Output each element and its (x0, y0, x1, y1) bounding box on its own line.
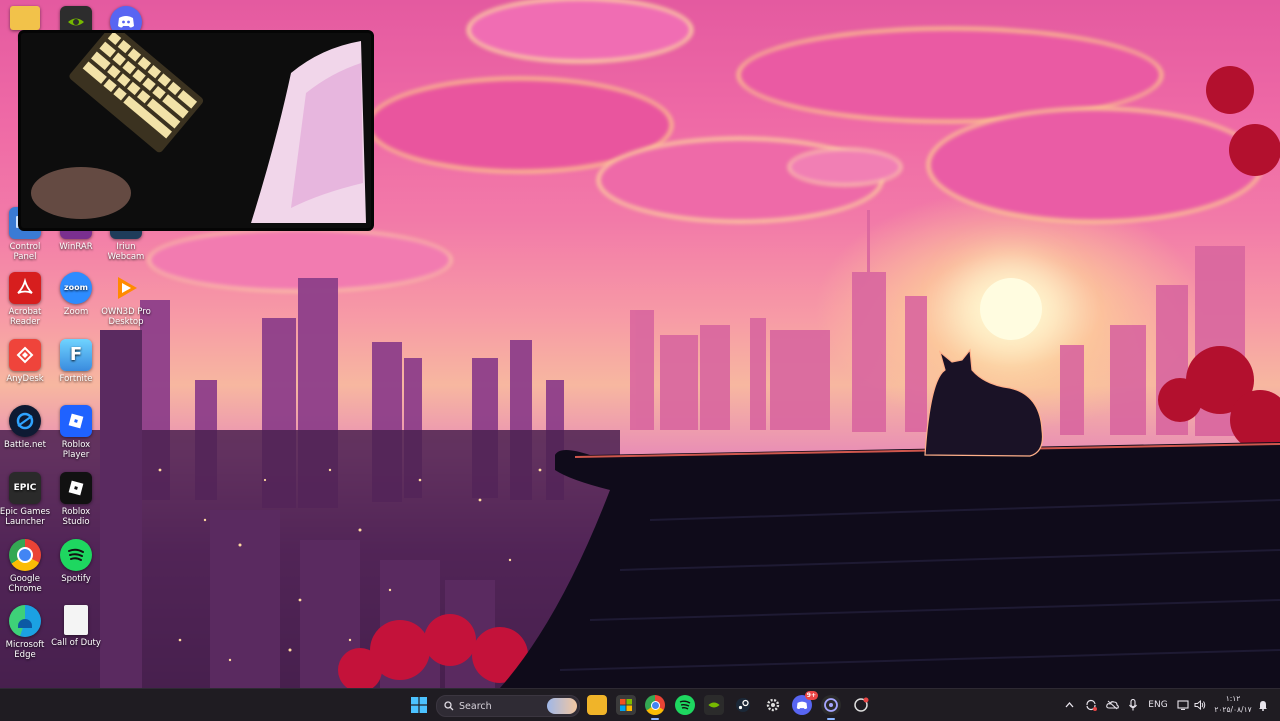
anydesk-icon (9, 339, 41, 371)
taskbar-chatgpt[interactable] (851, 695, 871, 715)
acrobat-icon (9, 272, 41, 304)
desktop-icon-roblox-studio[interactable]: Roblox Studio (49, 472, 103, 527)
tray-volume[interactable] (1193, 695, 1207, 715)
tray-overflow-chevron[interactable] (1062, 695, 1076, 715)
clock-date: ۲۰۲۵/۰۸/۱۷ (1214, 705, 1252, 714)
microphone-icon (1129, 699, 1137, 711)
nvidia-icon (708, 702, 720, 708)
desktop-icon-label: Spotify (61, 574, 91, 584)
tray-notifications[interactable] (1256, 695, 1270, 715)
start-button[interactable] (409, 695, 429, 715)
chrome-icon (650, 700, 660, 710)
taskbar-clock[interactable]: ۱:۱۲ ۲۰۲۵/۰۸/۱۷ (1212, 693, 1254, 715)
desktop-icon-anydesk[interactable]: AnyDesk (0, 339, 52, 384)
taskbar-discord[interactable]: 9+ (792, 691, 818, 715)
cloud-off-icon (1105, 700, 1119, 710)
desktop-icon-label: WinRAR (59, 242, 93, 252)
desktop-icon-zoom[interactable]: zoom Zoom (49, 272, 103, 317)
desktop-icon-roblox-player[interactable]: Roblox Player (49, 405, 103, 460)
taskbar-steam[interactable] (733, 695, 753, 715)
taskbar: Search 9+ ENG ۱:۱۲ ۲۰۲۵/۰۸/۱۷ (0, 688, 1280, 721)
desktop-icon-label: Microsoft Edge (5, 640, 45, 660)
network-icon (1177, 700, 1189, 710)
taskbar-settings[interactable] (763, 695, 783, 715)
tray-sync[interactable] (1083, 695, 1099, 715)
spotify-icon (60, 539, 92, 571)
search-label: Search (459, 700, 492, 712)
edge-icon (9, 605, 41, 637)
fortnite-icon: F (60, 339, 92, 371)
desktop-icon-label: Acrobat Reader (8, 307, 42, 327)
desktop-icon-label: Google Chrome (8, 574, 42, 594)
desktop-icon-google-chrome[interactable]: Google Chrome (0, 539, 52, 594)
desktop-icon-label: Battle.net (4, 440, 46, 450)
sync-icon (1086, 699, 1097, 711)
desktop-icon-label: Call of Duty (51, 638, 101, 648)
desktop-icon-label: Control Panel (9, 242, 41, 262)
desktop-icon-label: Fortnite (59, 374, 93, 384)
desktop-icon-label: AnyDesk (6, 374, 44, 384)
tray-language[interactable]: ENG (1146, 695, 1170, 715)
desktop-icon-label: OWN3D Pro Desktop (101, 307, 151, 327)
search-highlight-icon (547, 698, 577, 714)
spotify-icon (679, 700, 691, 710)
taskbar-google-chrome[interactable] (645, 695, 665, 720)
desktop-icon-label: Iriun Webcam (107, 242, 145, 262)
folder-icon (10, 6, 40, 30)
desktop-icon-microsoft-edge[interactable]: Microsoft Edge (0, 605, 52, 660)
clock-time: ۱:۱۲ (1225, 694, 1241, 703)
webcam-overlay (18, 30, 374, 231)
desktop-icon-call-of-duty[interactable]: Call of Duty (49, 605, 103, 648)
epic-games-icon: EPIC (9, 472, 41, 504)
own3d-icon (110, 272, 142, 304)
bell-icon (1259, 700, 1267, 711)
windows-icon (411, 697, 427, 713)
desktop-icon-label: Roblox Studio (61, 507, 91, 527)
taskbar-microsoft-store[interactable] (616, 695, 636, 715)
desktop-icon-label: Roblox Player (61, 440, 91, 460)
battle-net-icon (9, 405, 41, 437)
chatgpt-icon (854, 697, 869, 712)
zoom-icon: zoom (60, 272, 92, 304)
taskbar-nvidia[interactable] (704, 695, 724, 715)
roblox-icon (60, 405, 92, 437)
desktop-icon-spotify[interactable]: Spotify (49, 539, 103, 584)
taskbar-search[interactable]: Search (436, 695, 580, 717)
desktop-icon-acrobat-reader[interactable]: Acrobat Reader (0, 272, 52, 327)
steam-icon (736, 698, 750, 712)
obs-icon (824, 698, 838, 712)
chrome-icon (9, 539, 41, 571)
file-icon (64, 605, 88, 635)
discord-notification-badge: 9+ (804, 691, 818, 700)
webcam-feed (21, 33, 371, 228)
store-icon (620, 699, 632, 711)
desktop-icon-battle-net[interactable]: Battle.net (0, 405, 52, 450)
discord-icon (796, 701, 808, 709)
search-icon (444, 701, 454, 711)
desktop-icon-own3d-pro[interactable]: OWN3D Pro Desktop (99, 272, 153, 327)
desktop-icon-fortnite[interactable]: F Fortnite (49, 339, 103, 384)
desktop-icon-epic-games[interactable]: EPIC Epic Games Launcher (0, 472, 52, 527)
taskbar-spotify[interactable] (675, 695, 695, 715)
gear-icon (766, 698, 780, 712)
taskbar-obs[interactable] (821, 695, 841, 720)
roblox-studio-icon (60, 472, 92, 504)
chevron-up-icon (1065, 702, 1073, 708)
desktop-icon-label: Zoom (63, 307, 89, 317)
taskbar-file-explorer[interactable] (587, 695, 607, 715)
tray-cloud[interactable] (1104, 695, 1120, 715)
tray-microphone[interactable] (1126, 695, 1140, 715)
tray-network[interactable] (1176, 695, 1190, 715)
speaker-icon (1194, 700, 1206, 710)
desktop-icon-label: Epic Games Launcher (0, 507, 51, 527)
